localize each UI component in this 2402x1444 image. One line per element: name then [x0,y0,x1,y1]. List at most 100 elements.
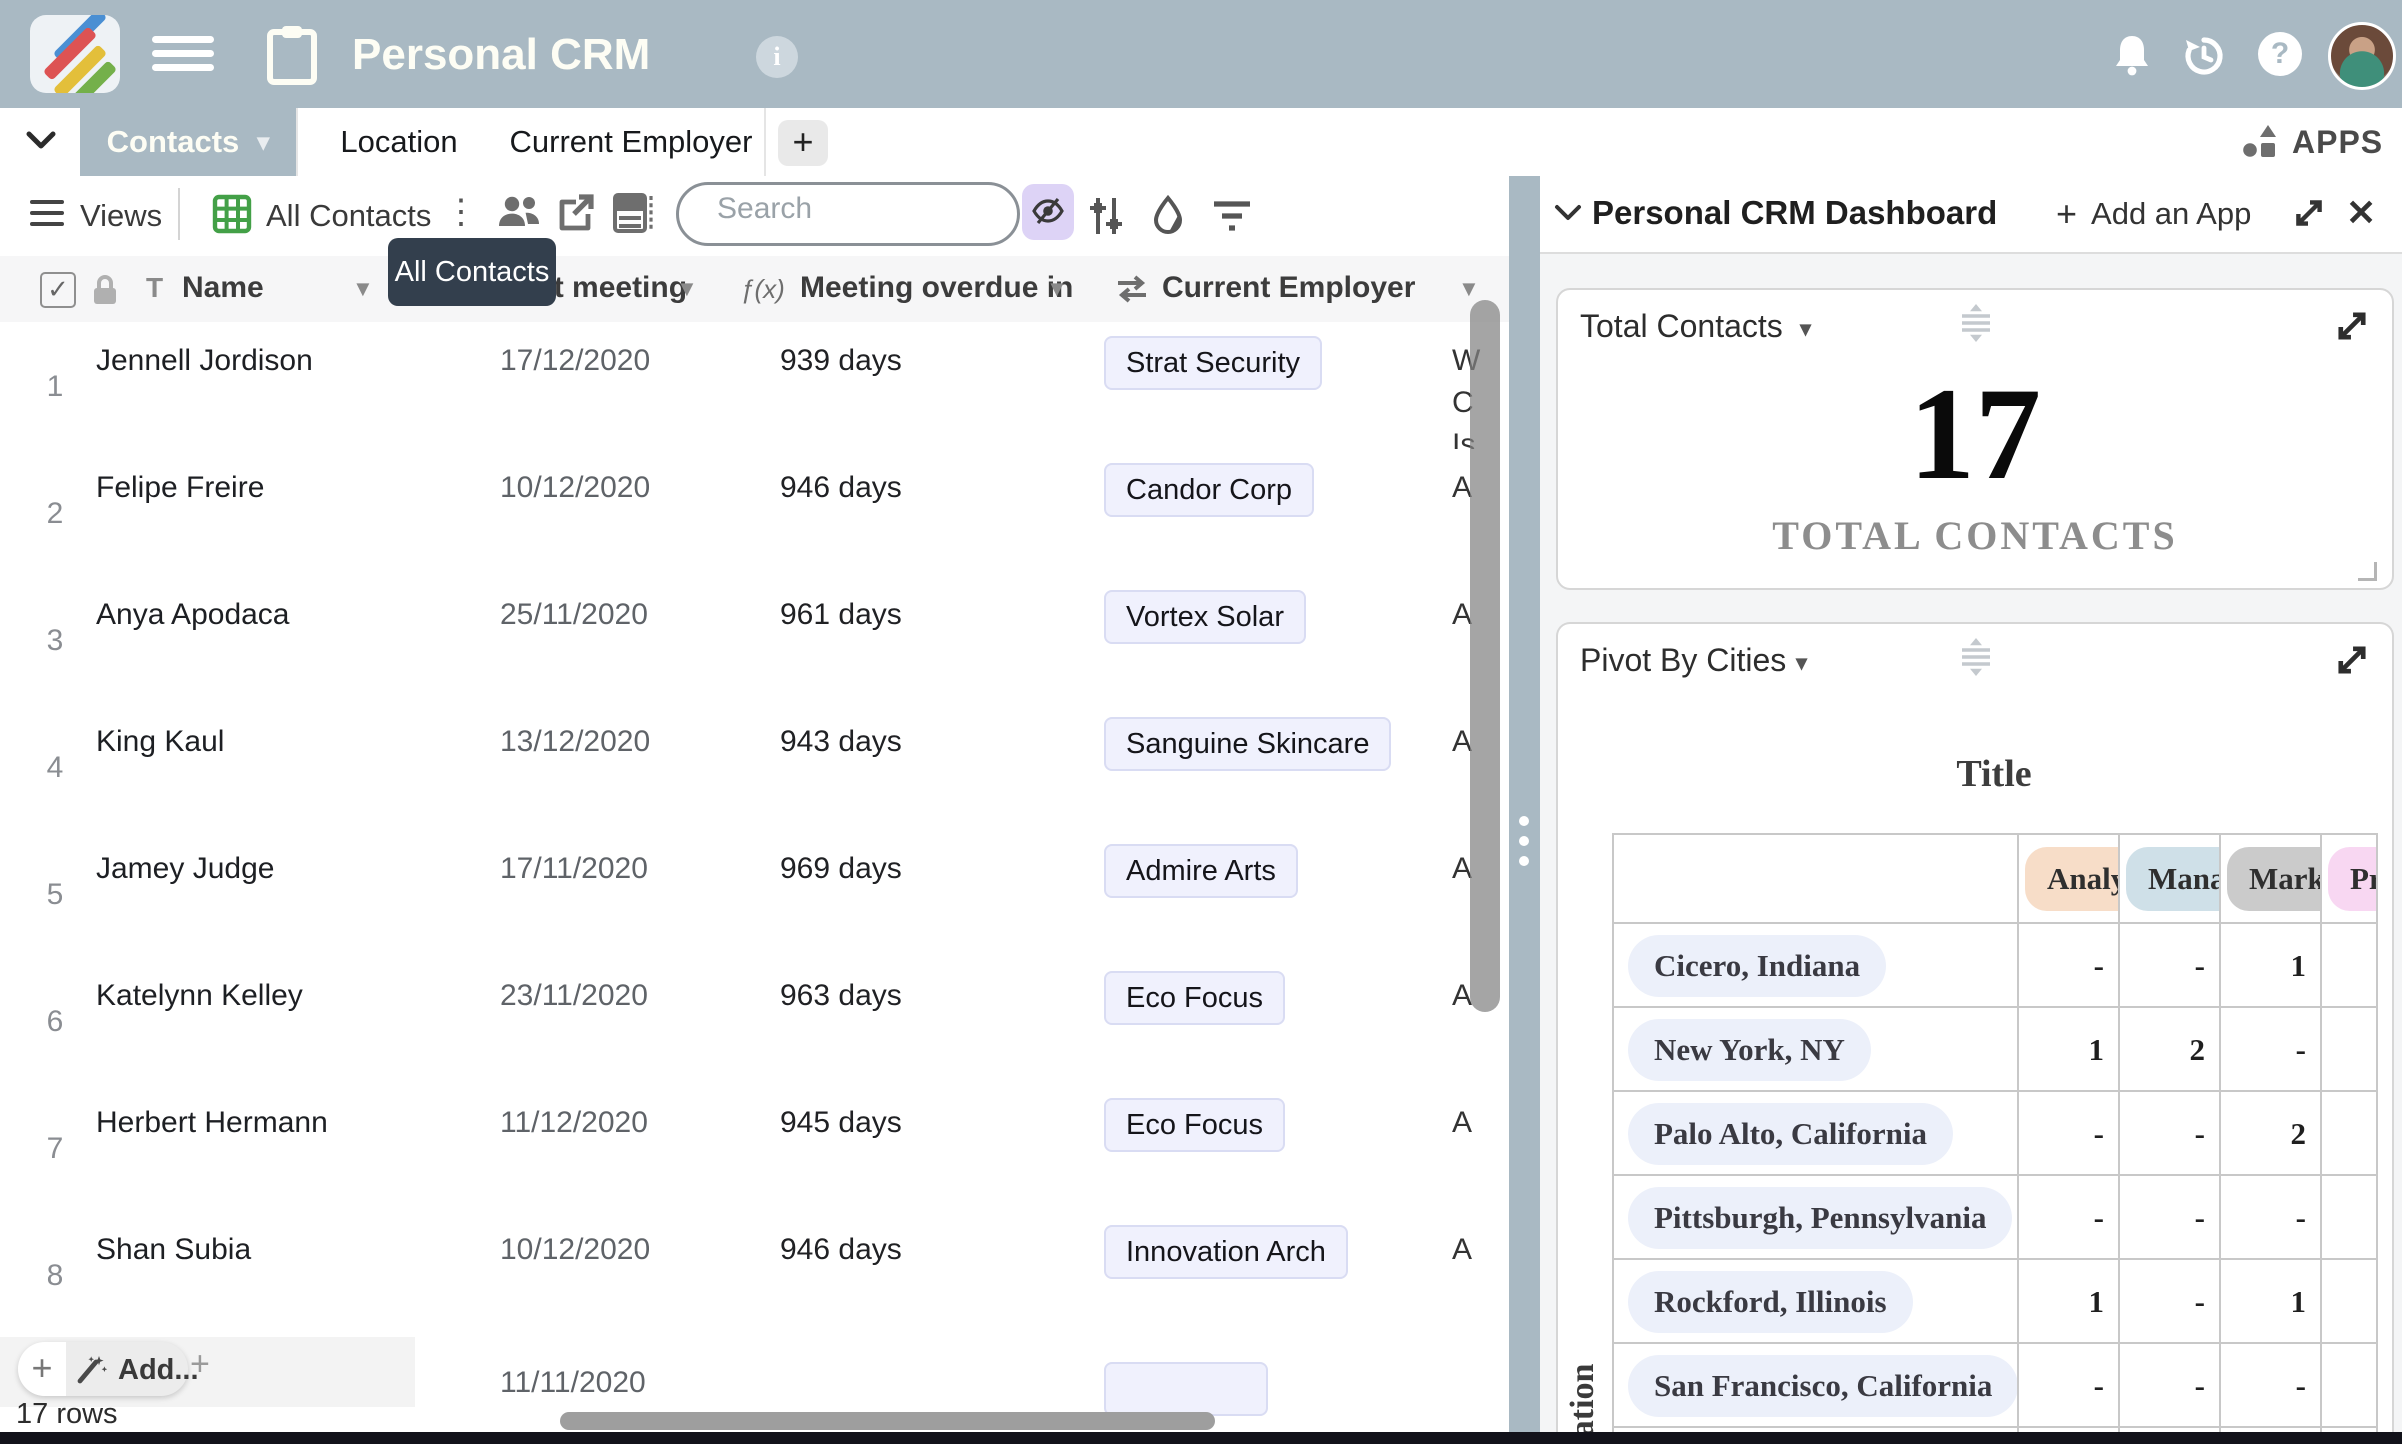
table-row[interactable]: 6 Katelynn Kelley 23/11/2020 963 days Ec… [0,957,1509,1085]
cell-overdue[interactable]: 946 days [780,1233,902,1267]
row-number: 8 [46,1259,64,1292]
col-header-name[interactable]: Name [182,271,264,305]
cell-name[interactable]: Katelynn Kelley [96,979,303,1013]
widget-caret-icon[interactable]: ▾ [1796,650,1807,676]
cell-overdue[interactable]: 961 days [780,598,902,632]
view-options-kebab-icon[interactable]: ⋮ [444,192,478,232]
cell-overdue[interactable]: 945 days [780,1106,902,1140]
tab-current-employer[interactable]: Current Employer [498,108,766,176]
employer-chip[interactable]: Eco Focus [1104,971,1285,1025]
row-height-icon[interactable] [612,192,654,236]
table-row[interactable]: 7 Herbert Hermann 11/12/2020 945 days Ec… [0,1084,1509,1212]
filter-icon[interactable] [1210,198,1254,234]
table-row[interactable]: 1 Jennell Jordison 17/12/2020 939 days S… [0,322,1509,461]
info-icon[interactable]: i [756,36,798,78]
employer-chip[interactable] [1104,1362,1268,1416]
search-input[interactable] [715,191,979,227]
collaborators-icon[interactable] [496,192,542,232]
cell-last-meeting[interactable]: 17/11/2020 [500,852,648,886]
cell-overdue[interactable]: 943 days [780,725,902,759]
employer-chip[interactable]: Admire Arts [1104,844,1298,898]
cell-last-meeting[interactable]: 13/12/2020 [500,725,650,759]
user-avatar[interactable] [2328,22,2396,90]
clipped-cell-text: A [1452,852,1473,885]
add-table-button[interactable]: + [778,120,828,166]
cell-name[interactable]: Jennell Jordison [96,344,313,378]
select-all-checkbox[interactable]: ✓ [40,272,76,308]
table-row[interactable]: 5 Jamey Judge 17/11/2020 969 days Admire… [0,830,1509,958]
panel-expand-icon[interactable] [2292,196,2326,230]
col-caret-icon[interactable]: ▼ [352,276,374,302]
cell-overdue[interactable]: 939 days [780,344,902,378]
widget-expand-icon[interactable] [2334,642,2370,678]
row-settings-sliders-icon[interactable] [1086,194,1126,238]
tab-contacts[interactable]: Contacts ▾ [80,108,296,176]
cell-last-meeting[interactable]: 25/11/2020 [500,598,648,632]
table-row[interactable]: 8 Shan Subia 10/12/2020 946 days Innovat… [0,1211,1509,1339]
panel-close-icon[interactable]: ✕ [2346,192,2376,234]
panel-splitter[interactable] [1509,176,1540,1432]
col-header-employer[interactable]: Current Employer [1162,271,1415,305]
stackby-logo-icon[interactable] [30,15,120,93]
hide-fields-button[interactable] [1022,184,1074,240]
view-name-label[interactable]: All Contacts [266,198,431,234]
history-icon[interactable] [2182,34,2226,78]
add-row-pill[interactable]: + Add... [18,1342,199,1396]
cell-name[interactable]: King Kaul [96,725,224,759]
color-fill-icon[interactable] [1148,194,1188,238]
cell-overdue[interactable]: 946 days [780,471,902,505]
share-icon[interactable] [556,192,598,234]
main-menu-icon[interactable] [152,36,214,72]
pivot-row-label: New York, NY [1614,1008,2019,1092]
employer-chip[interactable]: Vortex Solar [1104,590,1306,644]
tab-location[interactable]: Location [296,108,502,176]
clipped-cell-text: A [1452,471,1473,504]
panel-title: Personal CRM Dashboard [1592,194,1998,231]
grid-vertical-scrollbar[interactable] [1470,300,1500,1012]
panel-collapse-chevron-icon[interactable] [1554,204,1582,222]
views-label[interactable]: Views [80,198,162,234]
table-list-chevron-button[interactable] [0,108,80,176]
col-caret-icon[interactable]: ▼ [1046,276,1068,302]
col-header-overdue[interactable]: Meeting overdue in [800,271,1073,305]
clipped-cell-text: A [1452,1233,1473,1266]
cell-name[interactable]: Anya Apodaca [96,598,290,632]
col-caret-icon[interactable]: ▼ [1458,276,1480,302]
add-row-plus-button[interactable]: + [18,1342,66,1396]
cell-last-meeting[interactable]: 10/12/2020 [500,471,650,505]
cell-name[interactable]: Felipe Freire [96,471,264,505]
add-an-app-button[interactable]: + Add an App [2056,196,2251,232]
table-row[interactable]: 2 Felipe Freire 10/12/2020 946 days Cand… [0,449,1509,577]
widget-title[interactable]: Pivot By Cities [1580,642,1786,679]
widget-drag-handle-icon[interactable] [1954,636,1998,678]
grid-horizontal-scrollbar[interactable] [560,1412,1215,1430]
notifications-bell-icon[interactable] [2112,34,2152,76]
cell-overdue[interactable]: 969 days [780,852,902,886]
table-row[interactable]: 4 King Kaul 13/12/2020 943 days Sanguine… [0,703,1509,831]
views-menu-icon[interactable] [30,200,64,226]
employer-chip[interactable]: Innovation Arch [1104,1225,1348,1279]
employer-chip[interactable]: Sanguine Skincare [1104,717,1392,771]
employer-chip[interactable]: Strat Security [1104,336,1323,390]
employer-chip[interactable]: Candor Corp [1104,463,1315,517]
employer-chip[interactable]: Eco Focus [1104,1098,1285,1152]
table-row[interactable]: 3 Anya Apodaca 25/11/2020 961 days Vorte… [0,576,1509,704]
cell-last-meeting[interactable]: 11/12/2020 [500,1106,648,1140]
apps-button[interactable]: APPS [2240,122,2383,162]
widget-caret-icon[interactable]: ▾ [1800,316,1811,342]
widget-drag-handle-icon[interactable] [1954,302,1998,344]
cell-name[interactable]: Herbert Hermann [96,1106,328,1140]
widget-resize-handle[interactable] [2358,562,2377,581]
col-caret-icon[interactable]: ▼ [676,276,698,302]
widget-expand-icon[interactable] [2334,308,2370,344]
cell-last-meeting[interactable]: 11/11/2020 [500,1366,646,1400]
cell-overdue[interactable]: 963 days [780,979,902,1013]
cell-last-meeting[interactable]: 23/11/2020 [500,979,648,1013]
help-icon[interactable]: ? [2258,32,2302,76]
cell-last-meeting[interactable]: 17/12/2020 [500,344,650,378]
cell-name[interactable]: Jamey Judge [96,852,274,886]
widget-title[interactable]: Total Contacts [1580,308,1783,345]
cell-last-meeting[interactable]: 10/12/2020 [500,1233,650,1267]
cell-name[interactable]: Shan Subia [96,1233,251,1267]
pivot-col-header: Mana [2120,835,2221,924]
